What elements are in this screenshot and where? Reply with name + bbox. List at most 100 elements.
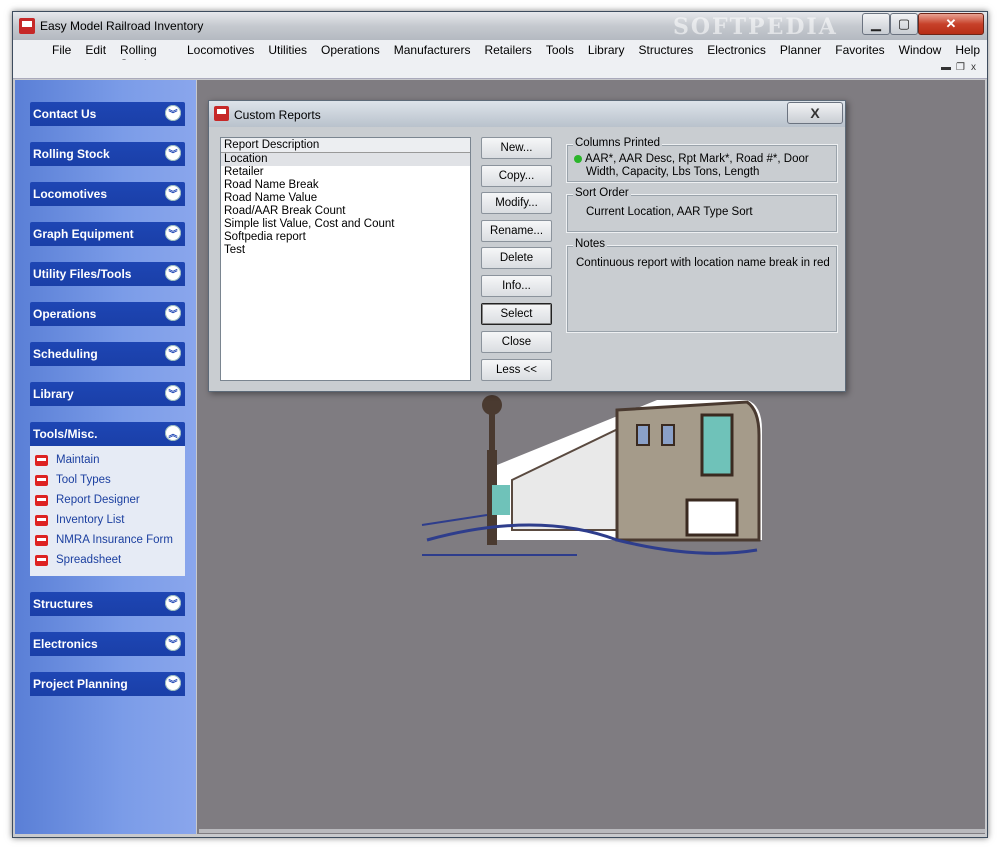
report-list[interactable]: Report Description Location Retailer Roa…: [220, 137, 471, 381]
sidebar-item-maintain[interactable]: Maintain: [35, 451, 99, 469]
mdi-close-icon[interactable]: x: [971, 62, 976, 73]
mdi-restore-icon[interactable]: ❐: [956, 62, 965, 73]
chevron-down-icon[interactable]: ︾: [165, 105, 181, 121]
menu-locomotives[interactable]: Locomotives: [180, 40, 261, 60]
list-item[interactable]: Road/AAR Break Count: [221, 205, 470, 218]
menu-favorites[interactable]: Favorites: [828, 40, 891, 60]
menu-file[interactable]: File: [45, 40, 78, 60]
chevron-down-icon[interactable]: ︾: [165, 345, 181, 361]
sidebar-utility-files-tools[interactable]: Utility Files/Tools ︾: [30, 262, 185, 286]
title-bar[interactable]: Easy Model Railroad Inventory SOFTPEDIA …: [13, 12, 987, 40]
menu-utilities[interactable]: Utilities: [261, 40, 314, 60]
status-strip: [199, 829, 985, 833]
custom-reports-dialog: Custom Reports X Report Description Loca…: [208, 100, 846, 392]
menu-tools[interactable]: Tools: [539, 40, 581, 60]
list-header[interactable]: Report Description: [221, 138, 470, 153]
report-icon: [214, 106, 229, 121]
chevron-down-icon[interactable]: ︾: [165, 305, 181, 321]
chevron-down-icon[interactable]: ︾: [165, 595, 181, 611]
chevron-down-icon[interactable]: ︾: [165, 145, 181, 161]
sidebar-item-inventory-list[interactable]: Inventory List: [35, 511, 124, 529]
sidebar-item-report-designer[interactable]: Report Designer: [35, 491, 140, 509]
list-item[interactable]: Location: [221, 153, 470, 166]
sidebar-label: Operations: [33, 307, 97, 321]
sort-order-group: Sort Order Current Location, AAR Type So…: [566, 187, 838, 233]
sidebar-item-label: Tool Types: [56, 474, 111, 486]
list-item[interactable]: Retailer: [221, 166, 470, 179]
menu-window[interactable]: Window: [892, 40, 949, 60]
report-icon: [35, 494, 48, 506]
rename-button[interactable]: Rename...: [481, 220, 552, 242]
minimize-button[interactable]: ▁: [862, 13, 890, 35]
menu-library[interactable]: Library: [581, 40, 632, 60]
report-icon: [35, 514, 48, 526]
report-icon: [35, 454, 48, 466]
copy-button[interactable]: Copy...: [481, 165, 552, 187]
select-button[interactable]: Select: [481, 303, 552, 325]
menu-structures[interactable]: Structures: [632, 40, 701, 60]
sidebar-rolling-stock[interactable]: Rolling Stock ︾: [30, 142, 185, 166]
softpedia-watermark: SOFTPEDIA: [673, 14, 838, 40]
sidebar-item-tool-types[interactable]: Tool Types: [35, 471, 111, 489]
dialog-close-button[interactable]: X: [787, 102, 843, 124]
less-button[interactable]: Less <<: [481, 359, 552, 381]
chevron-down-icon[interactable]: ︾: [165, 265, 181, 281]
menu-help[interactable]: Help: [948, 40, 987, 60]
sidebar-item-label: Inventory List: [56, 514, 125, 526]
menu-manufacturers[interactable]: Manufacturers: [387, 40, 478, 60]
menu-bar: File Edit Rolling Stock Locomotives Util…: [13, 40, 987, 71]
mdi-minimize-icon[interactable]: ▬: [941, 62, 951, 73]
sidebar-library[interactable]: Library ︾: [30, 382, 185, 406]
status-dot-icon: [574, 154, 582, 163]
notes-group: Notes Continuous report with location na…: [566, 238, 838, 333]
chevron-up-icon[interactable]: ︽: [165, 425, 181, 441]
sidebar-label: Scheduling: [33, 347, 98, 361]
list-item[interactable]: Softpedia report: [221, 231, 470, 244]
modify-button[interactable]: Modify...: [481, 192, 552, 214]
chevron-down-icon[interactable]: ︾: [165, 185, 181, 201]
chevron-down-icon[interactable]: ︾: [165, 675, 181, 691]
sidebar-graph-equipment[interactable]: Graph Equipment ︾: [30, 222, 185, 246]
sidebar-item-nmra-insurance-form[interactable]: NMRA Insurance Form: [35, 531, 173, 549]
maximize-button[interactable]: ▢: [890, 13, 918, 35]
mdi-control-bar: ▬ ❐ x: [13, 60, 987, 79]
sidebar-operations[interactable]: Operations ︾: [30, 302, 185, 326]
menu-operations[interactable]: Operations: [314, 40, 387, 60]
sidebar-item-spreadsheet[interactable]: Spreadsheet: [35, 551, 121, 569]
sidebar-locomotives[interactable]: Locomotives ︾: [30, 182, 185, 206]
new-button[interactable]: New...: [481, 137, 552, 159]
columns-printed-group: Columns Printed AAR*, AAR Desc, Rpt Mark…: [566, 137, 838, 183]
train-illustration: [421, 395, 762, 556]
columns-line1: AAR*, AAR Desc, Rpt Mark*, Road #*, Door: [574, 153, 809, 166]
list-item[interactable]: Simple list Value, Cost and Count: [221, 218, 470, 231]
close-button[interactable]: ✕: [918, 13, 984, 35]
menu-electronics[interactable]: Electronics: [700, 40, 773, 60]
app-icon[interactable]: [19, 18, 35, 34]
sidebar-contact-us[interactable]: Contact Us ︾: [30, 102, 185, 126]
delete-button[interactable]: Delete: [481, 247, 552, 269]
close-dialog-button[interactable]: Close: [481, 331, 552, 353]
list-item[interactable]: Road Name Value: [221, 192, 470, 205]
chevron-down-icon[interactable]: ︾: [165, 385, 181, 401]
dialog-title-bar[interactable]: Custom Reports X: [209, 101, 845, 127]
list-item[interactable]: Test: [221, 244, 470, 257]
sidebar-structures[interactable]: Structures ︾: [30, 592, 185, 616]
chevron-down-icon[interactable]: ︾: [165, 225, 181, 241]
sidebar-electronics[interactable]: Electronics ︾: [30, 632, 185, 656]
sidebar-label: Utility Files/Tools: [33, 267, 132, 281]
menu-retailers[interactable]: Retailers: [477, 40, 538, 60]
menu-planner[interactable]: Planner: [773, 40, 828, 60]
info-button[interactable]: Info...: [481, 275, 552, 297]
sidebar-scheduling[interactable]: Scheduling ︾: [30, 342, 185, 366]
menu-edit[interactable]: Edit: [78, 40, 113, 60]
sort-order-text: Current Location, AAR Type Sort: [586, 206, 753, 218]
sidebar-label: Structures: [33, 597, 94, 611]
sidebar-item-label: Report Designer: [56, 494, 140, 506]
chevron-down-icon[interactable]: ︾: [165, 635, 181, 651]
sidebar-tools-misc[interactable]: Tools/Misc. ︽: [30, 422, 185, 446]
sidebar-project-planning[interactable]: Project Planning ︾: [30, 672, 185, 696]
sidebar-label: Tools/Misc.: [33, 427, 98, 441]
columns-printed-label: Columns Printed: [573, 137, 663, 149]
list-item[interactable]: Road Name Break: [221, 179, 470, 192]
menu-rolling-stock[interactable]: Rolling Stock: [113, 40, 180, 71]
